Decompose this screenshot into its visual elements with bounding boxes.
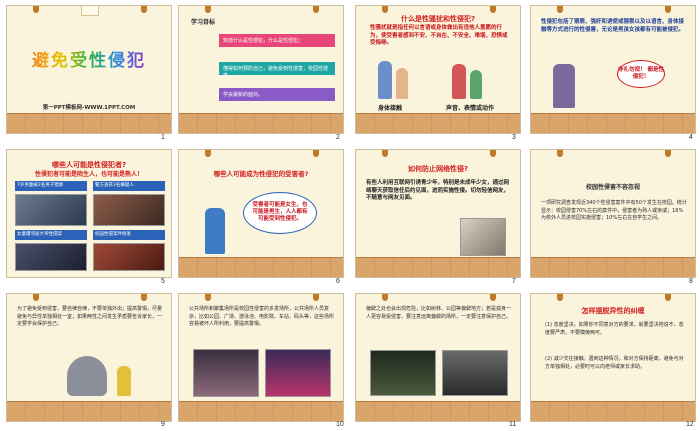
slide-thumbnail-4[interactable]: 性侵犯包括了猥亵、强奸和诱使或猥亵以及以语言、身体接触等方式进行的性侵害，无论是…	[530, 5, 696, 134]
slide-number-5: 5	[161, 278, 165, 285]
slide-6-bubble: 受害者可能是女生，也可能是男生，人人都有可能受到性侵犯。	[243, 192, 317, 234]
slide-3-text: 性骚扰就是指任何以言语或身体做出有违他人意愿的行为，使受害者感到不安、不自在、不…	[370, 25, 508, 46]
slide-11-text: 偏僻之处也会出现危险，比如树林、公园等偏僻地方；若是孤身一人更容易受侵害，要注意…	[366, 306, 512, 320]
slide-7-title: 如何防止网络性侵?	[407, 165, 469, 173]
slide-8-text: 一项研究调查发现近340个性侵害案件中有50个发生在校园。统计显示：校园侵害70…	[541, 200, 687, 221]
slide-number-6: 6	[336, 278, 340, 285]
slide-2-item-2: 懂得如何预防自己，避免受到性侵害，校园性侵害	[219, 62, 335, 79]
slide-5-text: 性侵犯者可能是陌生人，也可能是熟人！	[34, 171, 143, 178]
slide-1-subtitle: 第一PPT模板网-WWW.1PPT.COM	[42, 105, 136, 111]
slide-9-text: 为了避免受到侵害，要自律自律，不要单独外出；提高警惕，尽量避免与异性单独相处一室…	[17, 306, 163, 327]
slide-number-8: 8	[689, 278, 693, 285]
slide-12-title: 怎样摆脱异性的纠缠	[581, 307, 645, 315]
slide-1-title: 避免受性侵犯	[7, 46, 171, 71]
slide-10-text: 公共场所和聚集场所是校园性侵害的多发场所，公共场所人员复杂，比如公园、广场、游泳…	[189, 306, 335, 327]
slide-3-caption-1: 身体接触	[378, 105, 403, 112]
slide-number-9: 9	[161, 421, 165, 428]
slide-thumbnail-7[interactable]: 如何防止网络性侵? 有些人利用互联网引诱青少年，特别是未成年少女，通过网络聊天获…	[355, 149, 521, 278]
slide-3-title: 什么是性骚扰和性侵犯?	[400, 15, 476, 23]
slide-6-title: 哪些人可能成为性侵犯的受害者?	[213, 170, 309, 178]
slide-number-3: 3	[512, 134, 516, 141]
slide-4-bubble: 非礼勿视！ 都是性侵犯！	[617, 60, 665, 88]
slide-5-news-4: 校园性侵案件频发	[93, 230, 165, 240]
slide-number-7: 7	[512, 278, 516, 285]
slide-thumbnail-3[interactable]: 什么是性骚扰和性侵犯? 性骚扰就是指任何以言语或身体做出有违他人意愿的行为，使受…	[355, 5, 521, 134]
slide-12-item-1: (1) 态度坚决。如果你不同意对方的要求，就要坚决地说不，态度要严肃，不要模棱两…	[545, 322, 684, 336]
slide-thumbnail-6[interactable]: 哪些人可能成为性侵犯的受害者? 受害者可能是女生，也可能是男生，人人都有可能受到…	[178, 149, 344, 278]
slide-thumbnail-1[interactable]: 避免受性侵犯 第一PPT模板网-WWW.1PPT.COM	[6, 5, 172, 134]
slide-thumbnail-8[interactable]: 校园性侵害不容忽视 一项研究调查发现近340个性侵害案件中有50个发生在校园。统…	[530, 149, 696, 278]
slide-thumbnail-2[interactable]: 学习目标 知道什么是性侵犯，什么是性侵犯； 懂得如何预防自己，避免受到性侵害，校…	[178, 5, 344, 134]
slide-7-text: 有些人利用互联网引诱青少年，特别是未成年少女，通过网络聊天获取信任后约见面，进而…	[366, 180, 510, 201]
slide-thumbnail-5[interactable]: 哪些人可能是性侵犯者? 性侵犯者可能是陌生人，也可能是熟人！ 7岁男童被2名男子…	[6, 149, 172, 278]
slide-5-news-3: 女童遭邻居大爷性侵案	[15, 230, 87, 240]
slide-3-caption-2: 声音、表情或动作	[446, 105, 495, 112]
slide-number-12: 12	[686, 421, 694, 428]
slide-number-11: 11	[509, 421, 517, 428]
slide-8-title: 校园性侵害不容忽视	[585, 184, 640, 191]
slide-5-news-2: 警方查获3名嫌疑人	[93, 181, 165, 191]
slide-thumbnail-10[interactable]: 公共场所和聚集场所是校园性侵害的多发场所，公共场所人员复杂，比如公园、广场、游泳…	[178, 293, 344, 422]
slide-5-news-1: 7岁男童被2名男子猥亵	[15, 181, 87, 191]
slide-thumbnail-9[interactable]: 为了避免受到侵害，要自律自律，不要单独外出；提高警惕，尽量避免与异性单独相处一室…	[6, 293, 172, 422]
slide-thumbnail-12[interactable]: 怎样摆脱异性的纠缠 (1) 态度坚决。如果你不同意对方的要求，就要坚决地说不，态…	[530, 293, 696, 422]
slide-number-1: 1	[161, 134, 165, 141]
slide-2-item-3: 学会最新的面对。	[219, 88, 335, 101]
slide-number-2: 2	[336, 134, 340, 141]
slide-number-4: 4	[689, 134, 693, 141]
slide-12-item-2: (2) 减少交往接触。遇到这种情况，和对方保持距离，避免与对方单独相处，必要时可…	[545, 356, 684, 370]
slide-number-10: 10	[336, 421, 344, 428]
slide-2-item-1: 知道什么是性侵犯，什么是性侵犯；	[219, 34, 335, 47]
slide-thumbnail-11[interactable]: 偏僻之处也会出现危险，比如树林、公园等偏僻地方；若是孤身一人更容易受侵害，要注意…	[355, 293, 521, 422]
slide-sorter-grid: 避免受性侵犯 第一PPT模板网-WWW.1PPT.COM 1 学习目标 知道什么…	[0, 0, 700, 431]
slide-2-heading: 学习目标	[191, 19, 216, 26]
slide-4-text: 性侵犯包括了猥亵、强奸和诱使或猥亵以及以语言、身体接触等方式进行的性侵害，无论是…	[541, 19, 685, 33]
